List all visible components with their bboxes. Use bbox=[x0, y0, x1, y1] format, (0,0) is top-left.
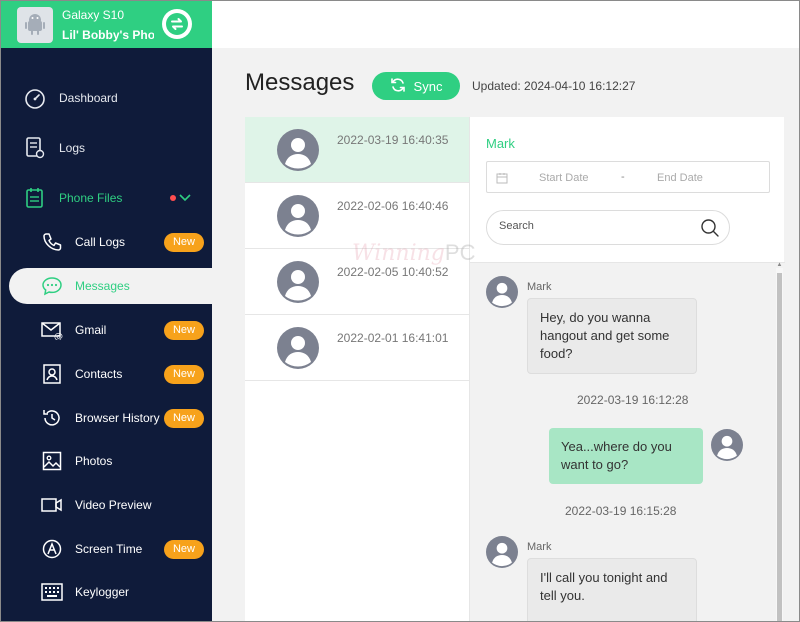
search-icon[interactable] bbox=[700, 218, 720, 243]
new-badge: New bbox=[164, 364, 204, 384]
sidebar-item-label: Photos bbox=[75, 454, 113, 468]
avatar bbox=[486, 536, 518, 573]
sidebar-item-label: Video Preview bbox=[75, 498, 152, 512]
video-icon bbox=[40, 493, 64, 517]
conversation-list: 2022-03-19 16:40:35 2022-02-06 16:40:46 … bbox=[245, 117, 469, 622]
updated-timestamp: Updated: 2024-04-10 16:12:27 bbox=[472, 79, 636, 93]
switch-device-icon[interactable] bbox=[162, 9, 192, 39]
avatar bbox=[277, 261, 319, 308]
device-owner: Lil' Bobby's Pho... bbox=[62, 28, 154, 42]
search-input[interactable] bbox=[499, 220, 689, 232]
mail-icon: @ bbox=[40, 318, 64, 342]
nav-dashboard-label: Dashboard bbox=[59, 91, 118, 105]
dashboard-icon bbox=[24, 87, 46, 109]
page-title: Messages bbox=[245, 69, 355, 96]
logs-icon bbox=[24, 137, 46, 159]
avatar bbox=[486, 276, 518, 313]
list-item[interactable]: 2022-02-01 16:41:01 bbox=[245, 315, 469, 381]
new-badge: New bbox=[164, 408, 204, 428]
message-time: 2022-03-19 16:12:28 bbox=[577, 393, 689, 407]
sidebar-item-browser-history[interactable]: Browser History New bbox=[0, 400, 212, 436]
sync-icon bbox=[390, 77, 406, 96]
list-item[interactable]: 2022-03-19 16:40:35 bbox=[245, 117, 469, 183]
nav-logs[interactable]: Logs bbox=[0, 130, 212, 166]
calendar-icon bbox=[496, 171, 508, 189]
chat-bubble-icon bbox=[40, 274, 64, 298]
sync-label: Sync bbox=[413, 78, 443, 94]
sidebar-item-label: Keylogger bbox=[75, 585, 130, 599]
contact-name: Mark bbox=[486, 136, 515, 151]
chat-panel: Mark Start Date - End Date Mark Hey, do … bbox=[469, 117, 785, 622]
avatar bbox=[277, 195, 319, 242]
conversation-time: 2022-03-19 16:40:35 bbox=[337, 133, 449, 147]
sidebar-item-label: Browser History bbox=[75, 411, 160, 425]
new-badge: New bbox=[164, 232, 204, 252]
sidebar-item-gmail[interactable]: @ Gmail New bbox=[0, 312, 212, 348]
message-sender: Mark bbox=[527, 281, 552, 293]
end-date-field[interactable]: End Date bbox=[657, 172, 703, 184]
message-thread: Mark Hey, do you wanna hangout and get s… bbox=[470, 262, 785, 622]
sidebar-item-label: Screen Time bbox=[75, 542, 143, 556]
keyboard-icon bbox=[40, 580, 64, 604]
sidebar-item-call-logs[interactable]: Call Logs New bbox=[0, 224, 212, 260]
message-time: 2022-03-19 16:15:28 bbox=[565, 504, 677, 518]
chevron-down-icon bbox=[179, 191, 191, 205]
search-box[interactable] bbox=[486, 210, 730, 245]
sidebar-item-photos[interactable]: Photos bbox=[0, 443, 212, 479]
notification-dot bbox=[170, 195, 176, 201]
sync-button[interactable]: Sync bbox=[372, 72, 460, 100]
device-model: Galaxy S10 bbox=[62, 8, 125, 22]
sidebar-item-label: Call Logs bbox=[75, 235, 126, 249]
avatar bbox=[711, 429, 743, 466]
conversation-time: 2022-02-05 10:40:52 bbox=[337, 265, 449, 279]
svg-text:@: @ bbox=[54, 332, 63, 340]
phone-icon bbox=[40, 230, 64, 254]
contacts-icon bbox=[40, 362, 64, 386]
new-badge: New bbox=[164, 320, 204, 340]
image-icon bbox=[40, 449, 64, 473]
message-sender: Mark bbox=[527, 541, 552, 553]
conversation-time: 2022-02-01 16:41:01 bbox=[337, 331, 449, 345]
sidebar-item-label: Contacts bbox=[75, 367, 123, 381]
nav-dashboard[interactable]: Dashboard bbox=[0, 80, 212, 116]
conversation-time: 2022-02-06 16:40:46 bbox=[337, 199, 449, 213]
watermark: WinningPC bbox=[352, 240, 476, 266]
message-bubble: Yea...where do you want to go? bbox=[549, 428, 703, 484]
android-icon bbox=[17, 7, 53, 43]
top-bar bbox=[212, 0, 800, 48]
nav-logs-label: Logs bbox=[59, 141, 86, 155]
message-bubble: I'll call you tonight and tell you. bbox=[527, 558, 697, 622]
phone-files-icon bbox=[24, 187, 46, 209]
screen-time-icon bbox=[40, 537, 64, 561]
sidebar-item-label: Gmail bbox=[75, 323, 107, 337]
date-separator: - bbox=[621, 171, 625, 183]
history-icon bbox=[40, 406, 64, 430]
avatar bbox=[277, 129, 319, 176]
sidebar-item-contacts[interactable]: Contacts New bbox=[0, 356, 212, 392]
avatar bbox=[277, 327, 319, 374]
start-date-field[interactable]: Start Date bbox=[539, 172, 589, 184]
message-bubble: Hey, do you wanna hangout and get some f… bbox=[527, 298, 697, 374]
sidebar-item-video-preview[interactable]: Video Preview bbox=[0, 487, 212, 523]
device-header[interactable]: Galaxy S10 Lil' Bobby's Pho... bbox=[0, 0, 212, 48]
sidebar-item-keylogger[interactable]: Keylogger bbox=[0, 574, 212, 610]
sidebar: Galaxy S10 Lil' Bobby's Pho... Dashboard… bbox=[0, 0, 212, 622]
sidebar-item-messages[interactable]: Messages bbox=[9, 268, 212, 304]
scrollbar-thumb[interactable] bbox=[777, 273, 782, 622]
nav-phone-files-label: Phone Files bbox=[59, 191, 123, 205]
date-range-picker[interactable]: Start Date - End Date bbox=[486, 161, 770, 193]
nav-phone-files[interactable]: Phone Files bbox=[0, 180, 212, 216]
new-badge: New bbox=[164, 539, 204, 559]
sidebar-item-screen-time[interactable]: Screen Time New bbox=[0, 531, 212, 567]
sidebar-item-label: Messages bbox=[75, 279, 130, 293]
